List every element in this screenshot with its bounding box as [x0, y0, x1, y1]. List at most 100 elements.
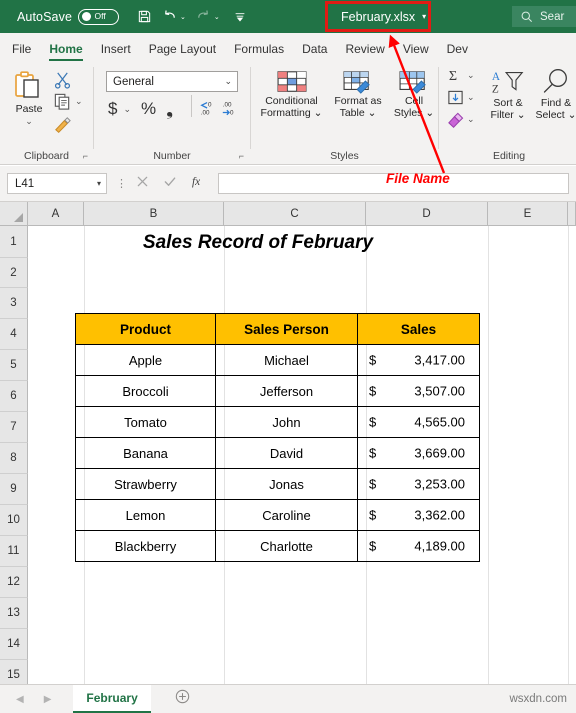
- cell-person[interactable]: David: [215, 437, 358, 469]
- confirm-icon[interactable]: [163, 175, 177, 193]
- fill-button[interactable]: ⌄: [447, 89, 475, 106]
- row-header-7[interactable]: 7: [0, 412, 28, 443]
- tab-formulas[interactable]: Formulas: [225, 42, 293, 61]
- tab-data[interactable]: Data: [293, 42, 336, 61]
- cell-person[interactable]: Charlotte: [215, 530, 358, 562]
- copy-caret-icon[interactable]: ⌄: [75, 96, 83, 107]
- row-header-6[interactable]: 6: [0, 381, 28, 412]
- number-inner-divider: [191, 95, 192, 117]
- column-header-e[interactable]: E: [488, 202, 568, 226]
- cancel-icon[interactable]: [136, 175, 149, 193]
- cell-person[interactable]: Caroline: [215, 499, 358, 531]
- column-header-d[interactable]: D: [366, 202, 488, 226]
- currency-caret-icon[interactable]: ⌄: [123, 104, 131, 115]
- copy-button[interactable]: ⌄: [53, 92, 83, 111]
- percent-format-button[interactable]: %: [141, 99, 156, 119]
- tab-file[interactable]: File: [0, 42, 40, 61]
- cut-button[interactable]: [53, 70, 72, 94]
- decrease-decimal-button[interactable]: .00 0: [220, 99, 240, 122]
- tab-review[interactable]: Review: [336, 42, 393, 61]
- row-header-13[interactable]: 13: [0, 598, 28, 629]
- cell-sales[interactable]: $ 3,417.00: [357, 344, 480, 376]
- sort-filter-button[interactable]: A Z Sort & Filter ⌄: [484, 67, 532, 121]
- row-header-4[interactable]: 4: [0, 319, 28, 350]
- fill-caret-icon[interactable]: ⌄: [467, 92, 475, 103]
- cell-sales[interactable]: $ 3,253.00: [357, 468, 480, 500]
- autosave-toggle[interactable]: Off: [78, 8, 120, 25]
- conditional-formatting-button[interactable]: Conditional Formatting ⌄: [260, 69, 323, 119]
- tab-insert[interactable]: Insert: [92, 42, 140, 61]
- cell-person[interactable]: John: [215, 406, 358, 438]
- tab-home[interactable]: Home: [40, 42, 91, 61]
- row-header-11[interactable]: 11: [0, 536, 28, 567]
- cell-person[interactable]: Michael: [215, 344, 358, 376]
- row-header-3[interactable]: 3: [0, 288, 28, 319]
- cell-sales[interactable]: $ 3,507.00: [357, 375, 480, 407]
- cell-product[interactable]: Tomato: [75, 406, 216, 438]
- cell-sales[interactable]: $ 4,565.00: [357, 406, 480, 438]
- header-sales[interactable]: Sales: [357, 313, 480, 345]
- cell-sales[interactable]: $ 3,362.00: [357, 499, 480, 531]
- row-header-2[interactable]: 2: [0, 258, 28, 288]
- row-header-1[interactable]: 1: [0, 226, 28, 258]
- row-header-9[interactable]: 9: [0, 474, 28, 505]
- column-header-f[interactable]: [568, 202, 576, 226]
- row-header-12[interactable]: 12: [0, 567, 28, 598]
- clipboard-dialog-launcher[interactable]: ⌐: [83, 151, 88, 161]
- cell-area[interactable]: Sales Record of February Product Sales P…: [28, 226, 576, 684]
- increase-decimal-button[interactable]: 0 .00: [198, 99, 218, 122]
- previous-sheet-arrow[interactable]: ◀: [16, 694, 24, 705]
- cell-product[interactable]: Lemon: [75, 499, 216, 531]
- autosum-caret-icon[interactable]: ⌄: [467, 70, 475, 81]
- save-icon[interactable]: [137, 9, 152, 24]
- tab-view[interactable]: View: [394, 42, 438, 61]
- cell-product[interactable]: Banana: [75, 437, 216, 469]
- add-sheet-icon[interactable]: [175, 689, 190, 709]
- paste-button[interactable]: Paste ⌄: [12, 69, 46, 127]
- format-painter-button[interactable]: [52, 114, 73, 140]
- paste-caret-icon[interactable]: ⌄: [12, 115, 46, 127]
- cell-person[interactable]: Jefferson: [215, 375, 358, 407]
- cell-product[interactable]: Apple: [75, 344, 216, 376]
- column-header-a[interactable]: A: [28, 202, 84, 226]
- cell-sales[interactable]: $ 3,669.00: [357, 437, 480, 469]
- file-name-caret-icon[interactable]: ▾: [422, 12, 426, 21]
- name-box[interactable]: L41 ▾: [7, 173, 107, 194]
- sheet-tab-february[interactable]: February: [73, 685, 151, 713]
- row-header-8[interactable]: 8: [0, 443, 28, 474]
- currency-format-button[interactable]: $: [108, 99, 117, 119]
- clear-caret-icon[interactable]: ⌄: [467, 114, 475, 125]
- chevron-down-icon[interactable]: ⌄: [224, 76, 232, 87]
- column-header-c[interactable]: C: [224, 202, 366, 226]
- row-header-10[interactable]: 10: [0, 505, 28, 536]
- cell-product[interactable]: Blackberry: [75, 530, 216, 562]
- insert-function-icon[interactable]: fx: [191, 174, 207, 193]
- find-select-button[interactable]: Find & Select ⌄: [533, 67, 576, 121]
- number-format-select[interactable]: General ⌄: [106, 71, 238, 92]
- tab-developer[interactable]: Dev: [438, 42, 477, 61]
- next-sheet-arrow[interactable]: ▶: [44, 694, 52, 705]
- name-box-caret-icon[interactable]: ▾: [97, 179, 101, 188]
- header-sales-person[interactable]: Sales Person: [215, 313, 358, 345]
- cell-person[interactable]: Jonas: [215, 468, 358, 500]
- tab-page-layout[interactable]: Page Layout: [140, 42, 225, 61]
- customize-quick-access-icon[interactable]: [233, 10, 247, 24]
- select-all-corner[interactable]: [0, 202, 28, 226]
- row-header-14[interactable]: 14: [0, 629, 28, 660]
- cell-sales[interactable]: $ 4,189.00: [357, 530, 480, 562]
- cell-styles-button[interactable]: Cell Styles ⌄: [391, 69, 437, 119]
- undo-caret-icon[interactable]: ⌄: [180, 13, 186, 21]
- autosum-button[interactable]: Σ ⌄: [447, 67, 475, 84]
- row-header-5[interactable]: 5: [0, 350, 28, 381]
- header-product[interactable]: Product: [75, 313, 216, 345]
- clear-button[interactable]: ⌄: [446, 111, 475, 128]
- cell-product[interactable]: Broccoli: [75, 375, 216, 407]
- column-header-b[interactable]: B: [84, 202, 224, 226]
- file-name-title[interactable]: February.xlsx ▾: [331, 2, 434, 31]
- undo-icon[interactable]: [161, 9, 178, 24]
- search-box[interactable]: Sear: [512, 6, 576, 27]
- format-as-table-button[interactable]: Format as Table ⌄: [329, 69, 387, 119]
- comma-format-button[interactable]: ❟: [166, 100, 173, 117]
- cell-product[interactable]: Strawberry: [75, 468, 216, 500]
- number-dialog-launcher[interactable]: ⌐: [239, 151, 244, 161]
